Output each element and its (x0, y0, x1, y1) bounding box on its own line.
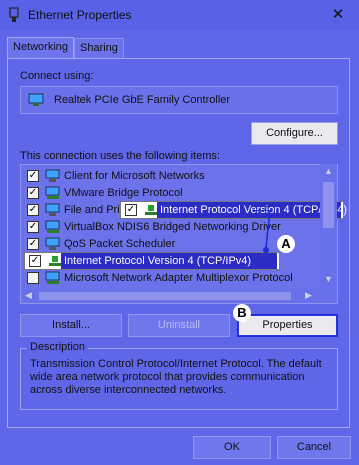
description-text: Transmission Control Protocol/Internet P… (30, 358, 322, 396)
vertical-scrollbar[interactable]: ▲ ▼ (320, 164, 337, 289)
scroll-down-icon[interactable]: ▼ (324, 274, 333, 284)
list-item[interactable]: ✓ VirtualBox NDIS6 Bridged Networking Dr… (27, 219, 327, 236)
checkbox[interactable]: ✓ (27, 204, 39, 216)
scroll-left-icon[interactable]: ◀ (25, 290, 32, 301)
protocol-icon (45, 220, 60, 233)
items-label: This connection uses the following items… (20, 150, 220, 162)
protocol-icon (45, 186, 60, 199)
items-list: ✓ Client for Microsoft Networks ✓ VMware… (20, 164, 338, 304)
protocol-icon (45, 271, 60, 284)
properties-button[interactable]: Properties (237, 314, 338, 337)
checkbox[interactable]: ✓ (27, 238, 39, 250)
checkbox[interactable]: ✓ (29, 255, 41, 267)
list-item[interactable]: Microsoft Network Adapter Multiplexor Pr… (27, 270, 327, 287)
scroll-up-icon[interactable]: ▲ (324, 166, 333, 176)
tab-networking[interactable]: Networking (7, 37, 75, 59)
scroll-thumb[interactable] (39, 292, 291, 300)
close-icon[interactable]: ✕ (327, 5, 349, 25)
item-popup: ✓ Internet Protocol Version 4 (TCP/IPv4) (120, 201, 347, 219)
scroll-thumb[interactable] (323, 182, 334, 228)
client-icon (45, 169, 60, 182)
item-label: Client for Microsoft Networks (64, 170, 205, 182)
protocol-icon (49, 256, 61, 266)
horizontal-scrollbar[interactable]: ◀ ▶ (21, 289, 337, 303)
title-bar: Ethernet Properties ✕ (0, 0, 359, 30)
checkbox[interactable]: ✓ (27, 170, 39, 182)
uninstall-button[interactable]: Uninstall (128, 314, 230, 337)
network-adapter-icon (28, 93, 44, 106)
adapter-box: Realtek PCIe GbE Family Controller (20, 86, 338, 114)
list-item[interactable]: ✓ Client for Microsoft Networks (27, 168, 327, 185)
annotation-badge-a: A (277, 235, 295, 253)
window-title: Ethernet Properties (28, 8, 132, 22)
service-icon (45, 203, 60, 216)
install-button[interactable]: Install... (20, 314, 122, 337)
checkbox[interactable]: ✓ (27, 221, 39, 233)
checkbox: ✓ (125, 204, 137, 216)
ok-button[interactable]: OK (193, 436, 271, 459)
annotation-badge-b: B (233, 304, 251, 322)
list-item[interactable]: ✓ VMware Bridge Protocol (27, 185, 327, 202)
annotation-connector (252, 210, 271, 253)
scroll-right-icon[interactable]: ▶ (305, 290, 312, 301)
ethernet-icon (9, 7, 19, 22)
tab-sharing[interactable]: Sharing (74, 38, 124, 58)
connect-using-label: Connect using: (20, 70, 94, 82)
item-label: QoS Packet Scheduler (64, 238, 176, 250)
cancel-button[interactable]: Cancel (277, 436, 351, 459)
item-label: VMware Bridge Protocol (64, 187, 183, 199)
service-icon (45, 237, 60, 250)
protocol-icon (145, 205, 157, 215)
description-title: Description (27, 341, 89, 353)
checkbox[interactable]: ✓ (27, 187, 39, 199)
adapter-name: Realtek PCIe GbE Family Controller (54, 94, 231, 106)
checkbox[interactable] (27, 272, 39, 284)
item-label: Microsoft Network Adapter Multiplexor Pr… (64, 272, 293, 284)
configure-button[interactable]: Configure... (251, 122, 338, 145)
